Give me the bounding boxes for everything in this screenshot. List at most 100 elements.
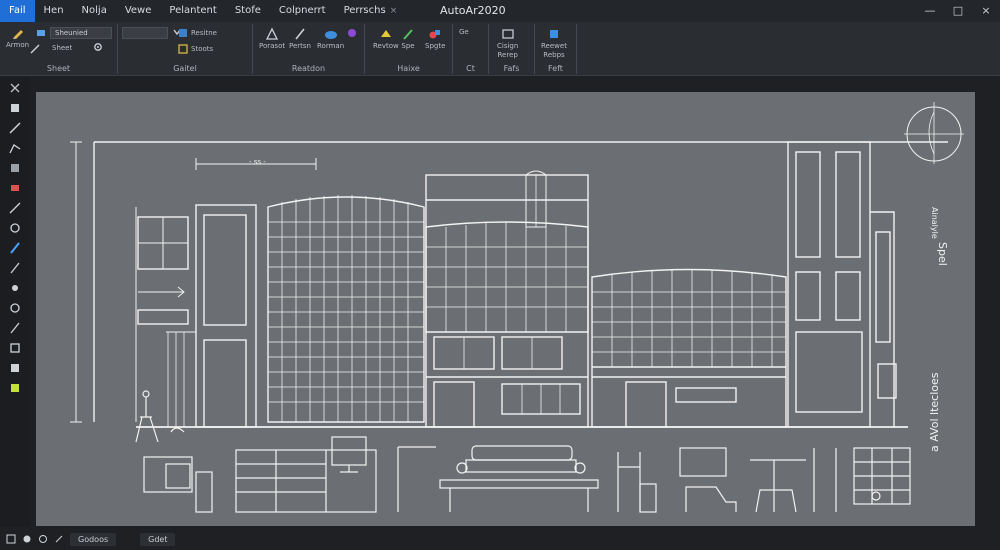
layer-dropdown[interactable] bbox=[122, 27, 168, 39]
ribbon-group-title: Gaitel bbox=[173, 64, 197, 73]
ribbon-group-gaitel: Resitne Stoots Gaitel bbox=[118, 24, 253, 74]
rectangle-tool-icon[interactable] bbox=[8, 161, 22, 175]
ribbon-button-label: Spgte bbox=[425, 42, 446, 50]
ribbon-button-label: Cisign bbox=[497, 42, 519, 50]
menu-view[interactable]: Vewe bbox=[116, 0, 161, 22]
ribbon-button-label: Armon bbox=[6, 41, 30, 49]
grid-icon[interactable] bbox=[6, 534, 16, 544]
status-bar: Godoos Gdet bbox=[0, 528, 1000, 550]
pen-icon bbox=[403, 29, 413, 40]
sheet-dropdown[interactable]: Sheunied bbox=[50, 27, 112, 39]
ribbon-button-sheet[interactable]: Sheet bbox=[52, 43, 72, 52]
line-tool-icon[interactable] bbox=[8, 121, 22, 135]
cloud-icon bbox=[324, 31, 337, 39]
ribbon-group-title: Sheet bbox=[46, 64, 71, 73]
shapes-icon bbox=[429, 30, 441, 39]
close-window-button[interactable]: × bbox=[972, 0, 1000, 22]
snap-icon[interactable] bbox=[22, 534, 32, 544]
ribbon-button-label: Rorman bbox=[317, 42, 345, 50]
menu-component[interactable]: Colpnerrt bbox=[270, 0, 335, 22]
tab-layout[interactable]: Gdet bbox=[140, 532, 176, 546]
menu-home[interactable]: Hen bbox=[35, 0, 73, 22]
polar-icon[interactable] bbox=[54, 534, 64, 544]
ribbon-small-icon[interactable] bbox=[92, 41, 104, 53]
line-icon bbox=[30, 44, 40, 54]
highlight-icon[interactable] bbox=[8, 381, 22, 395]
ribbon-row-label: Resitne bbox=[191, 29, 217, 37]
minimize-button[interactable]: — bbox=[916, 0, 944, 22]
left-toolbar bbox=[0, 77, 30, 527]
side-label-1: Ainalyle bbox=[930, 207, 939, 239]
maximize-button[interactable]: □ bbox=[944, 0, 972, 22]
window-controls: — □ × bbox=[916, 0, 1000, 22]
arrow-icon bbox=[380, 30, 391, 37]
top-dimension-label: - ss - bbox=[249, 158, 266, 166]
ribbon-button-label: Rerep bbox=[497, 51, 518, 59]
fill-icon[interactable] bbox=[8, 281, 22, 295]
paint-icon bbox=[265, 27, 279, 40]
ribbon-small-icon[interactable] bbox=[30, 44, 40, 54]
ribbon-row[interactable] bbox=[36, 28, 46, 38]
menu-style[interactable]: Stofe bbox=[226, 0, 270, 22]
ribbon-group-title: Fafs bbox=[503, 64, 520, 73]
ribbon-button-cisign[interactable]: Cisign Rerep bbox=[497, 27, 518, 59]
menu-parametric[interactable]: Pelantent bbox=[160, 0, 225, 22]
ribbon-group-title: Haixe bbox=[397, 64, 420, 73]
ribbon-button-label: Sheet bbox=[52, 44, 73, 52]
ribbon-group-ct: Ge Ct bbox=[453, 24, 489, 74]
ribbon-button-reewet[interactable]: Reewet Rebps bbox=[541, 27, 567, 59]
ribbon-button-porasot[interactable]: Porasot bbox=[259, 27, 285, 50]
ribbon-button-label: Rebps bbox=[543, 51, 565, 59]
circle-tool-icon[interactable] bbox=[8, 221, 22, 235]
menu-file[interactable]: Fail bbox=[0, 0, 35, 22]
close-icon[interactable] bbox=[8, 81, 22, 95]
ribbon-row[interactable]: Resitne bbox=[178, 28, 217, 38]
building-elevation-drawing: - ss - Ainalyle Spel a AVol ltecloes bbox=[70, 102, 964, 513]
ribbon-group-title: Reatdon bbox=[291, 64, 326, 73]
ribbon-button-spe[interactable]: Spe bbox=[401, 27, 415, 50]
select-icon[interactable] bbox=[8, 101, 22, 115]
move-icon[interactable] bbox=[8, 201, 22, 215]
ribbon-button-label: Revtow bbox=[373, 42, 399, 50]
ribbon-button-label: Spe bbox=[401, 42, 415, 50]
close-icon[interactable]: × bbox=[390, 0, 398, 22]
match-icon bbox=[178, 44, 188, 54]
drawing-canvas[interactable]: - ss - Ainalyle Spel a AVol ltecloes bbox=[36, 92, 975, 526]
ribbon-button-armon[interactable]: Armon bbox=[6, 26, 29, 49]
ribbon-group-feft: Reewet Rebps Feft bbox=[535, 24, 577, 74]
app-title: AutoAr2020 bbox=[440, 4, 506, 17]
pen-tool-icon[interactable] bbox=[8, 241, 22, 255]
menu-insert[interactable]: Nolja bbox=[73, 0, 116, 22]
rotate-icon[interactable] bbox=[8, 301, 22, 315]
side-label-2: Spel bbox=[936, 242, 949, 266]
ribbon-button-label: Reewet bbox=[541, 42, 567, 50]
palette-icon bbox=[348, 29, 356, 37]
layers-icon[interactable] bbox=[8, 341, 22, 355]
ribbon-button-pertsn[interactable]: Pertsn bbox=[289, 27, 311, 50]
ribbon-group-haixe: Revtow Spe Spgte Haixe bbox=[365, 24, 453, 74]
eraser-icon[interactable] bbox=[8, 181, 22, 195]
ribbon: Armon Sheunied Sheet Sheet Resitne Stoot… bbox=[0, 22, 1000, 76]
layer-icon bbox=[37, 30, 45, 36]
ribbon-button-revtow[interactable]: Revtow bbox=[373, 27, 399, 50]
ortho-icon[interactable] bbox=[38, 534, 48, 544]
ribbon-button-label: Porasot bbox=[259, 42, 286, 50]
ribbon-group-fafs: Cisign Rerep Fafs bbox=[489, 24, 535, 74]
text-tool-icon[interactable] bbox=[8, 361, 22, 375]
design-icon bbox=[502, 29, 514, 39]
ribbon-row[interactable]: Stoots bbox=[178, 44, 213, 54]
ribbon-button-spgte[interactable]: Spgte bbox=[425, 27, 445, 50]
mirror-icon[interactable] bbox=[8, 321, 22, 335]
pencil-icon bbox=[12, 30, 23, 39]
ribbon-group-title: Feft bbox=[548, 64, 563, 73]
properties-icon bbox=[179, 29, 187, 37]
menu-perspective[interactable]: Perrschs × bbox=[335, 0, 407, 22]
ribbon-small-icon[interactable] bbox=[347, 28, 357, 38]
ribbon-row-label: Stoots bbox=[191, 45, 214, 53]
tab-model[interactable]: Godoos bbox=[70, 532, 117, 546]
measure-icon[interactable] bbox=[8, 261, 22, 275]
puzzle-icon bbox=[549, 30, 558, 38]
ribbon-button-rorman[interactable]: Rorman bbox=[317, 27, 344, 50]
polyline-icon[interactable] bbox=[8, 141, 22, 155]
ribbon-button-ge[interactable]: Ge bbox=[459, 27, 469, 36]
